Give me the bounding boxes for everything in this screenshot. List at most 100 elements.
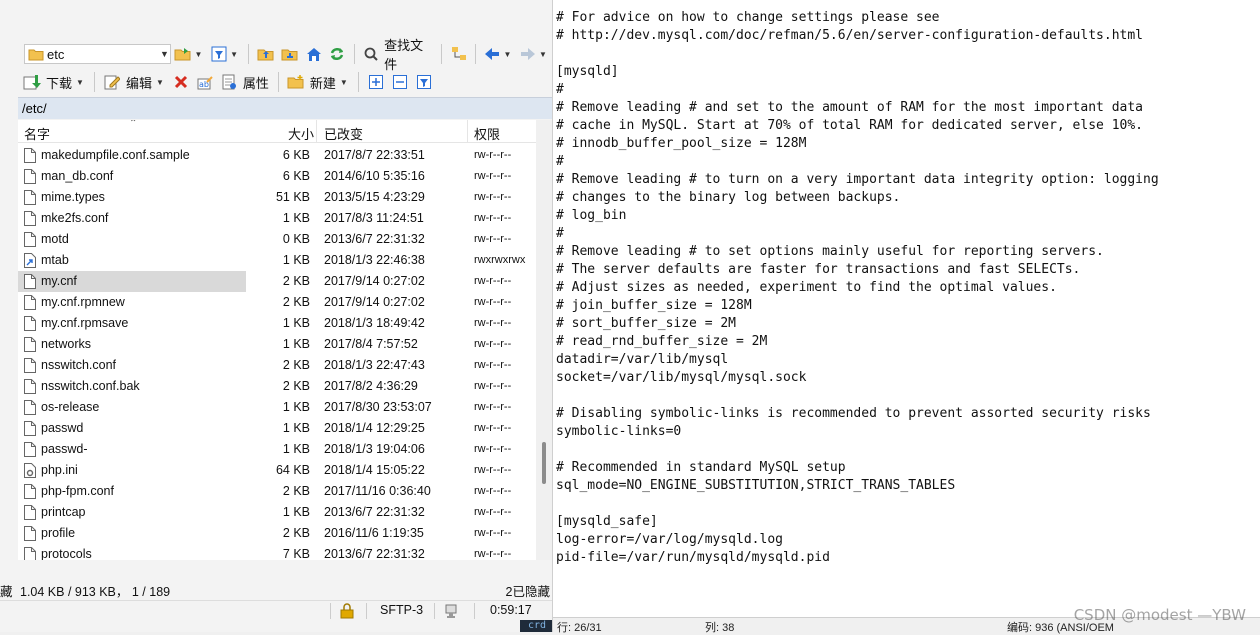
file-row[interactable]: nsswitch.conf.bak 2 KB 2017/8/2 4:36:29 rw-… [18, 376, 552, 397]
file-row[interactable]: php.ini 64 KB 2018/1/4 15:05:22 rw-r--r-- [18, 460, 552, 481]
chevron-down-icon[interactable]: ▼ [195, 50, 203, 59]
refresh-icon[interactable] [329, 45, 346, 63]
expand-icon[interactable] [367, 73, 385, 91]
editor-line[interactable]: # join_buffer_size = 128M [556, 297, 1159, 315]
file-row[interactable]: nsswitch.conf 2 KB 2018/1/3 22:47:43 rw-r--… [18, 355, 552, 376]
tree-view-icon[interactable] [450, 45, 467, 63]
chevron-down-icon[interactable]: ▼ [340, 78, 348, 87]
find-files-icon[interactable] [363, 45, 380, 63]
download-icon[interactable] [23, 73, 41, 91]
editor-line[interactable]: # [556, 81, 1159, 99]
editor-line[interactable]: # Remove leading # and set to the amount… [556, 99, 1159, 117]
properties-button[interactable]: 属性 [243, 73, 269, 92]
editor-line[interactable]: # read_rnd_buffer_size = 2M [556, 333, 1159, 351]
current-path-bar[interactable]: /etc/ [18, 97, 552, 119]
editor-line[interactable]: # Disabling symbolic-links is recommende… [556, 405, 1159, 423]
file-permissions: rw-r--r-- [474, 506, 512, 518]
open-folder-icon[interactable] [174, 45, 192, 63]
delete-icon[interactable] [172, 73, 190, 91]
editor-line[interactable]: # For advice on how to change settings p… [556, 9, 1159, 27]
editor-line[interactable]: # [556, 153, 1159, 171]
file-row[interactable]: mime.types 51 KB 2013/5/15 4:23:29 rw-r--r-… [18, 187, 552, 208]
vertical-scrollbar[interactable] [536, 120, 552, 560]
forward-icon[interactable] [519, 45, 536, 63]
column-header-permissions[interactable]: 权限 [474, 124, 500, 143]
editor-line[interactable]: datadir=/var/lib/mysql [556, 351, 1159, 369]
collapse-icon[interactable] [391, 73, 409, 91]
terminal-tab[interactable]: crd [520, 620, 552, 632]
column-divider[interactable] [467, 120, 468, 142]
filter-icon[interactable] [210, 45, 227, 63]
root-folder-icon[interactable] [281, 45, 299, 63]
editor-line[interactable]: # cache in MySQL. Start at 70% of total … [556, 117, 1159, 135]
editor-line[interactable]: # Adjust sizes as needed, experiment to … [556, 279, 1159, 297]
editor-content[interactable]: # For advice on how to change settings p… [556, 9, 1159, 567]
file-row[interactable]: printcap 1 KB 2013/6/7 22:31:32 rw-r--r-- [18, 502, 552, 523]
chevron-down-icon[interactable]: ▼ [156, 78, 164, 87]
editor-line[interactable]: # innodb_buffer_pool_size = 128M [556, 135, 1159, 153]
editor-line[interactable]: log-error=/var/log/mysqld.log [556, 531, 1159, 549]
file-row[interactable]: my.cnf.rpmnew 2 KB 2017/9/14 0:27:02 rw-r--… [18, 292, 552, 313]
column-header-size[interactable]: 大小 [288, 124, 314, 143]
chevron-down-icon[interactable]: ▼ [539, 50, 547, 59]
properties-icon[interactable] [220, 73, 238, 91]
editor-line[interactable]: sql_mode=NO_ENGINE_SUBSTITUTION,STRICT_T… [556, 477, 1159, 495]
editor-line[interactable]: # http://dev.mysql.com/doc/refman/5.6/en… [556, 27, 1159, 45]
file-row[interactable]: profile 2 KB 2016/11/6 1:19:35 rw-r--r-- [18, 523, 552, 544]
hidden-count[interactable]: 2已隐藏 [506, 581, 550, 600]
home-icon[interactable] [305, 45, 323, 63]
editor-line[interactable]: # Recommended in standard MySQL setup [556, 459, 1159, 477]
file-row[interactable]: php-fpm.conf 2 KB 2017/11/16 0:36:40 rw-r--… [18, 481, 552, 502]
file-permissions: rw-r--r-- [474, 401, 512, 413]
file-modified: 2017/9/14 0:27:02 [324, 295, 425, 309]
file-row[interactable]: my.cnf 2 KB 2017/9/14 0:27:02 rw-r--r-- [18, 271, 552, 292]
filter-icon[interactable] [415, 73, 433, 91]
file-row[interactable]: networks 1 KB 2017/8/4 7:57:52 rw-r--r-- [18, 334, 552, 355]
new-folder-icon[interactable] [287, 73, 305, 91]
editor-line[interactable]: # changes to the binary log between back… [556, 189, 1159, 207]
parent-folder-icon[interactable] [257, 45, 275, 63]
chevron-down-icon[interactable]: ▼ [76, 78, 84, 87]
editor-line[interactable]: pid-file=/var/run/mysqld/mysqld.pid [556, 549, 1159, 567]
column-header-modified[interactable]: 已改变 [324, 124, 363, 143]
editor-line[interactable] [556, 495, 1159, 513]
file-row[interactable]: os-release 1 KB 2017/8/30 23:53:07 rw-r--r-… [18, 397, 552, 418]
file-icon [24, 148, 36, 163]
file-row[interactable]: passwd 1 KB 2018/1/4 12:29:25 rw-r--r-- [18, 418, 552, 439]
editor-line[interactable] [556, 45, 1159, 63]
editor-line[interactable]: # log_bin [556, 207, 1159, 225]
editor-line[interactable]: # The server defaults are faster for tra… [556, 261, 1159, 279]
column-divider[interactable] [316, 120, 317, 142]
file-row[interactable]: makedumpfile.conf.sample 6 KB 2017/8/7 22:… [18, 145, 552, 166]
path-combo[interactable]: etc ▼ [24, 44, 171, 64]
chevron-down-icon[interactable]: ▼ [230, 50, 238, 59]
file-row[interactable]: man_db.conf 6 KB 2014/6/10 5:35:16 rw-r--r-… [18, 166, 552, 187]
text-editor[interactable]: # For advice on how to change settings p… [552, 0, 1260, 634]
edit-icon[interactable] [103, 73, 121, 91]
file-row[interactable]: motd 0 KB 2013/6/7 22:31:32 rw-r--r-- [18, 229, 552, 250]
new-button[interactable]: 新建 [310, 73, 336, 92]
column-header-name[interactable]: 名字 [24, 124, 50, 143]
back-icon[interactable] [484, 45, 501, 63]
editor-line[interactable]: # Remove leading # to set options mainly… [556, 243, 1159, 261]
editor-line[interactable]: [mysqld_safe] [556, 513, 1159, 531]
file-row[interactable]: protocols 7 KB 2013/6/7 22:31:32 rw-r--r-- [18, 544, 552, 560]
file-row[interactable]: my.cnf.rpmsave 1 KB 2018/1/3 18:49:42 rw-r-… [18, 313, 552, 334]
editor-line[interactable]: symbolic-links=0 [556, 423, 1159, 441]
file-row[interactable]: mtab 1 KB 2018/1/3 22:46:38 rwxrwxrwx [18, 250, 552, 271]
scrollbar-thumb[interactable] [542, 442, 546, 484]
edit-button[interactable]: 编辑 [126, 73, 152, 92]
file-icon [24, 505, 36, 520]
file-row[interactable]: mke2fs.conf 1 KB 2017/8/3 11:24:51 rw-r--r-… [18, 208, 552, 229]
editor-line[interactable]: socket=/var/lib/mysql/mysql.sock [556, 369, 1159, 387]
editor-line[interactable]: # sort_buffer_size = 2M [556, 315, 1159, 333]
editor-line[interactable] [556, 387, 1159, 405]
editor-line[interactable]: # [556, 225, 1159, 243]
editor-line[interactable]: [mysqld] [556, 63, 1159, 81]
editor-line[interactable]: # Remove leading # to turn on a very imp… [556, 171, 1159, 189]
rename-icon[interactable]: ab [196, 73, 214, 91]
download-button[interactable]: 下载 [46, 73, 72, 92]
file-row[interactable]: passwd- 1 KB 2018/1/3 19:04:06 rw-r--r-- [18, 439, 552, 460]
editor-line[interactable] [556, 441, 1159, 459]
chevron-down-icon[interactable]: ▼ [503, 50, 511, 59]
